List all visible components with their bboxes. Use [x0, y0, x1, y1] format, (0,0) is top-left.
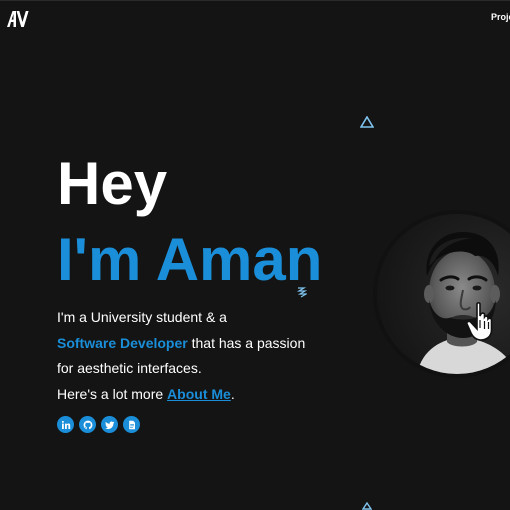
bio-line-4: Here's a lot more About Me. — [57, 382, 357, 408]
hero-name: I'm Aman — [57, 226, 323, 293]
nav-projects-link[interactable]: Proje — [491, 12, 510, 22]
resume-button[interactable] — [123, 416, 140, 433]
bio-line-4-suffix: . — [230, 385, 235, 402]
bio-line-3: for aesthetic interfaces. — [57, 360, 202, 376]
landing-page: AV Proje Hey I'm Aman I'm a University s… — [0, 0, 510, 510]
github-icon — [83, 420, 92, 429]
linkedin-button[interactable] — [57, 416, 74, 433]
profile-photo — [377, 214, 510, 374]
social-links — [57, 416, 140, 433]
github-button[interactable] — [79, 416, 96, 433]
bio-line-2-rest: that has a passion — [187, 334, 306, 351]
triangle-icon — [362, 502, 372, 510]
hero-greeting: Hey — [57, 150, 168, 217]
bio-highlight: Software Developer — [57, 334, 188, 351]
about-me-link[interactable]: About Me — [167, 386, 231, 402]
triangle-icon — [360, 116, 374, 128]
top-border — [0, 0, 510, 1]
bio-line-4-prefix: Here's a lot more — [57, 385, 168, 402]
portrait-illustration — [377, 214, 510, 374]
brand-logo[interactable]: AV — [7, 11, 29, 27]
resume-icon — [128, 420, 135, 429]
bio-text: I'm a University student & a Software De… — [57, 305, 357, 407]
twitter-button[interactable] — [101, 416, 118, 433]
bio-line-2: Software Developer that has a passion — [57, 331, 357, 357]
linkedin-icon — [61, 420, 70, 429]
twitter-icon — [104, 421, 114, 429]
bio-line-1: I'm a University student & a — [57, 309, 227, 325]
